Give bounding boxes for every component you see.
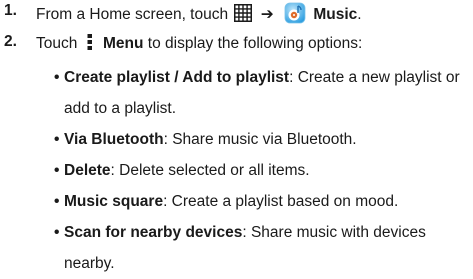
instructions-document: 1. From a Home screen, touch ➔ Music. 2.… — [0, 0, 473, 275]
period: . — [357, 6, 362, 23]
step-text: From a Home screen, touch ➔ Music. — [36, 2, 362, 24]
option-item: Music square: Create a playlist based on… — [54, 186, 464, 217]
option-desc: : Share music via Bluetooth. — [163, 131, 357, 148]
step-number: 1. — [4, 2, 17, 19]
options-list: Create playlist / Add to playlist : Creat… — [54, 62, 464, 279]
option-desc: : Delete selected or all items. — [110, 162, 310, 179]
menu-icon — [87, 34, 92, 50]
step-text: Touch Menu to display the following opti… — [36, 33, 362, 53]
step-1-prefix: From a Home screen, touch — [36, 6, 229, 23]
option-item: Scan for nearby devices: Share music wit… — [54, 217, 464, 279]
music-app-icon — [284, 2, 306, 24]
step-number: 2. — [4, 33, 17, 50]
option-item: Create playlist / Add to playlist: Creat… — [54, 62, 464, 124]
option-item: Delete: Delete selected or all items. — [54, 155, 464, 186]
option-desc: : Create a playlist based on mood. — [163, 193, 399, 210]
option-term: Delete — [64, 162, 111, 179]
arrow-icon: ➔ — [260, 6, 274, 23]
music-app-label: Music — [313, 6, 358, 23]
option-term: Create playlist / Add to playlist — [64, 69, 290, 86]
apps-grid-icon — [234, 4, 253, 22]
step-2-suffix: to display the following options: — [147, 35, 363, 52]
option-term: Music square — [64, 193, 164, 210]
option-term: Via Bluetooth — [64, 131, 164, 148]
option-item: Via Bluetooth: Share music via Bluetooth… — [54, 124, 464, 155]
option-term: Scan for nearby devices — [64, 224, 243, 241]
step-2-prefix: Touch — [36, 35, 78, 52]
menu-label: Menu — [103, 35, 144, 52]
